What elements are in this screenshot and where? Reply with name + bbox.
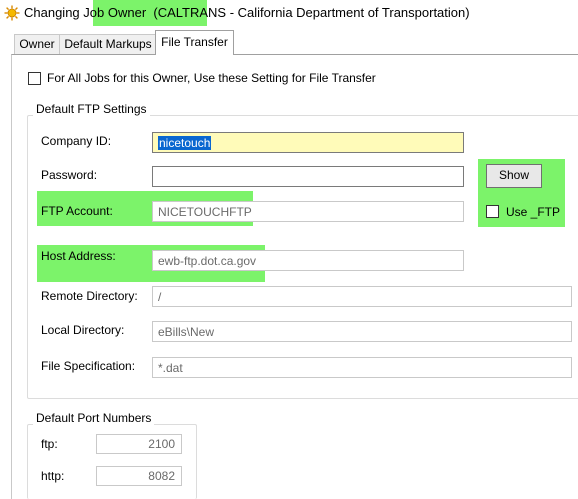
app-sun-icon [4,5,20,21]
remote-directory-field[interactable]: / [152,286,572,307]
ftp-port-label: ftp: [41,437,58,451]
file-specification-field[interactable]: *.dat [152,357,572,378]
http-port-field[interactable]: 8082 [96,466,182,486]
port-numbers-group-title: Default Port Numbers [33,411,155,425]
company-id-value: nicetouch [158,136,212,150]
password-label: Password: [41,168,98,182]
window-title: Changing Job Owner (CALTRANS - Californi… [24,5,470,20]
use-ftp-checkbox[interactable] [486,205,499,218]
host-address-label: Host Address: [41,249,116,263]
tab-default-markups[interactable]: Default Markups [59,34,157,54]
tab-file-transfer[interactable]: File Transfer [155,30,234,55]
all-jobs-checkbox-label: For All Jobs for this Owner, Use these S… [47,71,376,85]
company-id-field[interactable]: nicetouch [152,132,464,153]
ftp-account-label: FTP Account: [41,204,113,218]
all-jobs-checkbox[interactable] [28,72,41,85]
tab-owner[interactable]: Owner [14,34,60,54]
http-port-label: http: [41,469,65,483]
ftp-settings-group-title: Default FTP Settings [33,102,150,116]
show-button[interactable]: Show [486,164,542,188]
local-directory-label: Local Directory: [41,323,125,337]
password-field[interactable] [152,166,464,187]
ftp-account-field[interactable]: NICETOUCHFTP [152,201,464,222]
local-directory-field[interactable]: eBills\New [152,321,572,342]
company-id-label: Company ID: [41,134,112,148]
title-bar: Changing Job Owner (CALTRANS - Californi… [0,0,578,26]
remote-directory-label: Remote Directory: [41,289,138,303]
use-ftp-label: Use _FTP [506,205,561,219]
ftp-port-field[interactable]: 2100 [96,434,182,454]
file-specification-label: File Specification: [41,359,136,373]
host-address-field[interactable]: ewb-ftp.dot.ca.gov [152,250,464,271]
